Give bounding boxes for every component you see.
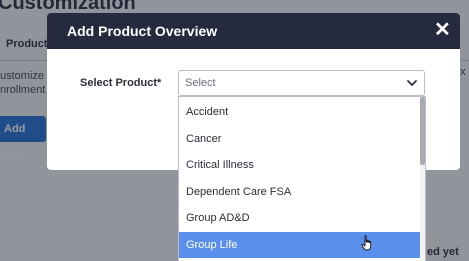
modal-title: Add Product Overview [67, 23, 218, 39]
select-product-dropdown[interactable]: Select [178, 70, 425, 96]
modal-header: Add Product Overview ✕ [47, 13, 460, 49]
select-placeholder: Select [185, 77, 216, 89]
hand-pointer-icon [361, 235, 372, 251]
option-accident[interactable]: Accident [179, 99, 421, 125]
dropdown-scrollbar-track[interactable] [420, 97, 425, 261]
option-group-life[interactable]: Group Life [179, 232, 421, 258]
chevron-down-icon [407, 80, 417, 86]
product-options-list[interactable]: Accident Cancer Critical Illness Depende… [178, 96, 426, 261]
option-cancer[interactable]: Cancer [179, 126, 421, 152]
option-critical-illness[interactable]: Critical Illness [179, 152, 421, 178]
option-group-add[interactable]: Group AD&D [179, 205, 421, 231]
select-product-label: Select Product* [80, 77, 162, 89]
dropdown-scrollbar-thumb[interactable] [420, 97, 425, 165]
option-dependent-care-fsa[interactable]: Dependent Care FSA [179, 179, 421, 205]
close-button[interactable]: ✕ [434, 20, 451, 40]
